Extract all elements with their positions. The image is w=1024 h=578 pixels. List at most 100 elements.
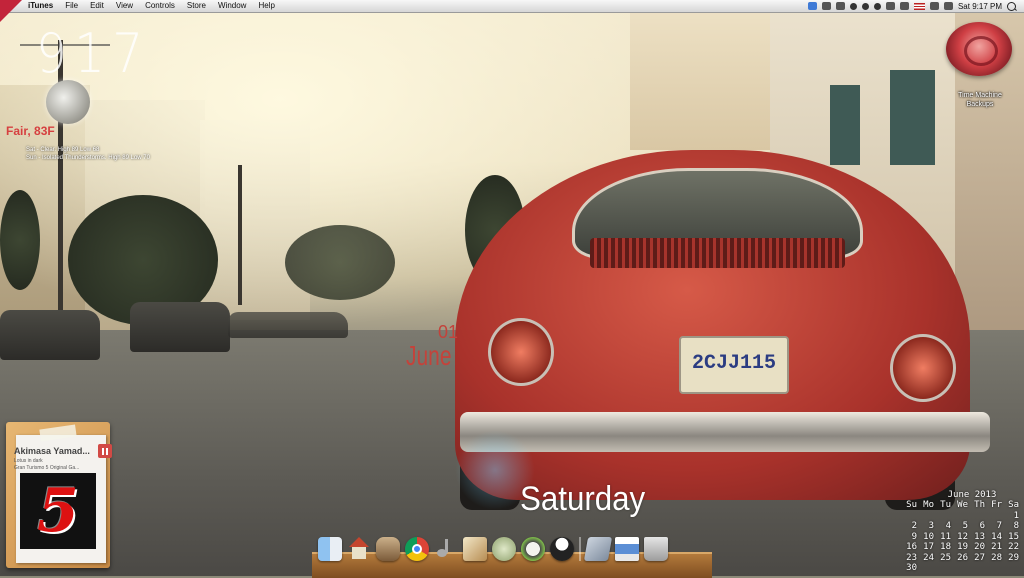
calendar-day [934,563,951,574]
moon-icon [46,80,90,124]
song-title: Lotus in dark [14,458,43,464]
gauge-icon[interactable] [521,537,545,561]
calendar-day: 17 [923,542,934,552]
drawer-icon[interactable] [583,537,613,561]
calendar-day: 29 [1008,552,1019,563]
calendar-day: 4 [945,521,951,531]
calendar-widget: June 2013 Su Mo Tu We Th Fr Sa 1 2 3 4 5 6 7 8 9 10 11 12 1… [900,490,1024,574]
calendar-day: 7 [996,521,1002,531]
wallpaper-parked-car [228,312,348,338]
weather-clock-time: 917 [36,22,151,85]
calendar-grid: Su Mo Tu We Th Fr Sa 1 2 3 4 5 6 7 8 9 10 11 12 13 14 15 16 17 1… [900,500,1024,574]
pause-icon [102,447,104,455]
forecast-line: Sat - Clear. High 89 Low 68 [26,147,100,153]
time-machine-backups-label[interactable]: Time Machine Backups [944,91,1016,109]
calendar-day: 25 [940,552,951,563]
calendar-day: 6 [979,521,985,531]
calendar-weekday: Sa [1008,500,1019,510]
label-line: Time Machine [958,92,1002,99]
wallpaper-tree [0,190,40,290]
calendar-day: 2 [911,521,917,531]
label-line: Backups [966,101,994,108]
calendar-day: 5 [962,521,968,531]
calendar-day: 20 [974,542,985,552]
apple-menu-icon[interactable] [0,0,22,22]
calendar-day [968,511,985,522]
wallpaper-parked-car [130,302,230,352]
menu-clock[interactable]: Sat 9:17 PM [958,2,1002,11]
date-month: June [406,340,452,371]
calendar-day: 23 [906,552,917,563]
calendar-day: 3 [928,521,934,531]
dropbox-status-icon[interactable] [849,2,857,10]
calendar-day: 14 [991,531,1002,542]
wallpaper-car-taillight [890,334,956,402]
calendar-day [968,563,985,574]
trash-icon[interactable] [644,537,668,561]
music-icon[interactable] [434,537,458,561]
menu-store[interactable]: Store [181,0,212,12]
calendar-day: 21 [991,542,1002,552]
time-machine-status-icon[interactable] [873,2,881,10]
calendar-title: June 2013 [947,490,997,500]
bluetooth-status-icon[interactable] [885,2,895,10]
sync-status-icon[interactable] [861,2,869,10]
menu-file[interactable]: File [59,0,84,12]
album-artwork[interactable]: 5 [20,473,96,549]
menu-window[interactable]: Window [212,0,252,12]
calendar-day: 30 [906,563,917,573]
calendar-weekday: Fr [991,500,1002,510]
menu-edit[interactable]: Edit [84,0,110,12]
battery-status-icon[interactable] [943,2,953,10]
weather-forecast: Sat - Clear. High 89 Low 68 Sun - Isolat… [26,146,150,162]
calendar-day: 24 [923,552,934,563]
face-icon[interactable] [492,537,516,561]
calendar-day: 12 [957,531,968,542]
wallpaper-pole [238,165,242,305]
chrome-icon[interactable] [405,537,429,561]
wifi-status-icon[interactable] [899,2,909,10]
now-playing-artist: Akimasa Yamad... [14,446,90,456]
album-title: Gran Turismo 5 Original Ga... [14,465,80,471]
calendar-day: 26 [957,552,968,563]
menu-controls[interactable]: Controls [139,0,181,12]
calendar-day: 22 [1008,542,1019,552]
tux-icon[interactable] [550,537,574,561]
calendar-day: 16 [906,542,917,552]
app-status-icon[interactable] [835,2,845,10]
wallpaper-parked-car [0,310,100,360]
calendar-day: 28 [991,552,1002,563]
calendar-day [1002,563,1019,574]
dock [318,537,668,561]
menu-extras: Sat 9:17 PM [807,1,1024,11]
finder-status-icon[interactable] [807,2,817,10]
wallpaper-car-vent [590,238,845,268]
calendar-day: 1 [1013,510,1019,521]
menu-help[interactable]: Help [252,0,280,12]
calendar-day [985,563,1002,574]
desktop-wallpaper: 2CJJ115 [0,0,1024,576]
calendar-weekday: Tu [940,500,951,510]
wallpaper-building [630,0,770,150]
display-status-icon[interactable] [821,2,831,10]
calendar-day [951,563,968,574]
pause-button[interactable] [98,444,112,458]
wallpaper-car-bumper [460,412,990,452]
calendar-day [951,511,968,522]
finder-icon[interactable] [318,537,342,561]
menu-view[interactable]: View [110,0,139,12]
time-machine-backups-icon[interactable] [946,22,1012,76]
notes-icon[interactable] [463,537,487,561]
photo-icon[interactable] [615,537,639,561]
spotlight-search-icon[interactable] [1007,1,1016,11]
input-source-flag-icon[interactable] [913,2,925,10]
wallpaper-license-plate: 2CJJ115 [679,336,789,394]
calendar-weekday: Th [974,500,985,510]
drive-icon[interactable] [376,537,400,561]
calendar-day [900,511,917,522]
volume-status-icon[interactable] [929,2,939,10]
calendar-day: 11 [940,531,951,542]
date-weekday: Saturday [520,480,646,518]
home-icon[interactable] [347,537,371,561]
calendar-weekday: We [957,500,968,510]
